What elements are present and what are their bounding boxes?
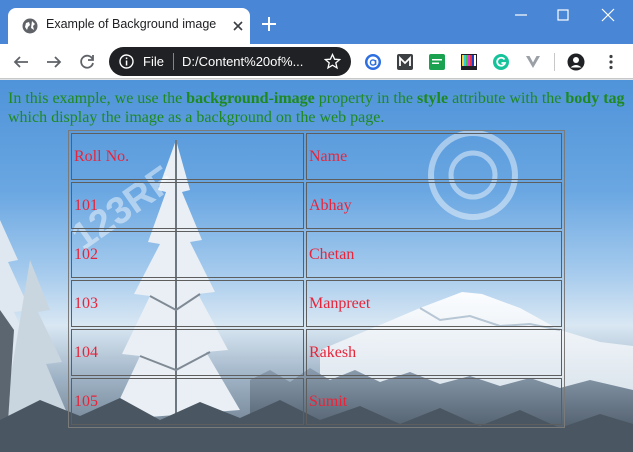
globe-icon (22, 18, 38, 34)
roll-no-cell: 103 (71, 280, 304, 327)
student-table: Roll No. Name 101 Abhay 102 Chetan 103 M… (68, 130, 565, 428)
url-text[interactable]: D:/Content%20of%... (182, 54, 303, 69)
roll-no-cell: 104 (71, 329, 304, 376)
header-roll-no: Roll No. (71, 133, 304, 180)
green-extension-icon[interactable] (428, 53, 446, 71)
new-tab-icon[interactable] (262, 17, 276, 31)
table-header-row: Roll No. Name (71, 133, 562, 180)
reload-icon[interactable] (78, 53, 96, 71)
scheme-label: File (143, 54, 164, 69)
table-row: 101 Abhay (71, 182, 562, 229)
table-row: 103 Manpreet (71, 280, 562, 327)
more-options-icon[interactable] (602, 53, 620, 71)
close-tab-icon[interactable] (232, 20, 244, 32)
a-circle-extension-icon[interactable] (364, 53, 382, 71)
browser-toolbar: File D:/Content%20of%... (0, 44, 633, 79)
title-bar: Example of Background image (0, 0, 633, 44)
name-cell: Rakesh (306, 329, 562, 376)
profile-avatar-icon[interactable] (567, 53, 585, 71)
grammarly-icon[interactable] (492, 53, 510, 71)
address-bar[interactable]: File D:/Content%20of%... (109, 47, 351, 76)
name-cell: Abhay (306, 182, 562, 229)
roll-no-cell: 102 (71, 231, 304, 278)
table-row: 102 Chetan (71, 231, 562, 278)
page-viewport: 123RF In this example, we use the backgr… (0, 80, 633, 452)
body-tag-keyword: body tag (565, 90, 625, 107)
header-name: Name (306, 133, 562, 180)
forward-arrow-icon[interactable] (45, 53, 63, 71)
toolbar-divider (554, 53, 555, 71)
tab-title: Example of Background image (46, 17, 217, 31)
table-row: 104 Rakesh (71, 329, 562, 376)
m-extension-icon[interactable] (396, 53, 414, 71)
roll-no-cell: 101 (71, 182, 304, 229)
table-row: 105 Sumit (71, 378, 562, 425)
roll-no-cell: 105 (71, 378, 304, 425)
name-cell: Manpreet (306, 280, 562, 327)
bookmark-star-icon[interactable] (324, 53, 341, 70)
name-cell: Sumit (306, 378, 562, 425)
minimize-icon[interactable] (514, 8, 528, 22)
v-extension-icon[interactable] (524, 53, 542, 71)
color-bars-extension-icon[interactable] (460, 53, 478, 71)
close-window-icon[interactable] (601, 8, 615, 22)
tab-background-image-example[interactable]: Example of Background image (8, 8, 250, 44)
intro-paragraph: In this example, we use the background-i… (8, 90, 625, 126)
style-keyword: style (416, 90, 449, 107)
info-icon[interactable] (119, 54, 134, 69)
name-cell: Chetan (306, 231, 562, 278)
back-arrow-icon[interactable] (12, 53, 30, 71)
maximize-icon[interactable] (556, 8, 570, 22)
background-image-keyword: background-image (186, 90, 315, 107)
omnibox-divider (173, 53, 174, 70)
